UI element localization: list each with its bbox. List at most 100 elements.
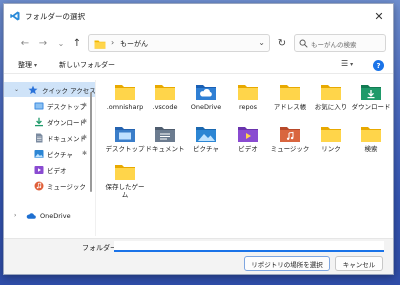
folder-item[interactable]: 検索 [350,122,392,162]
sidebar-item-desktop[interactable]: デスクトップ ✱ [4,98,95,113]
folder-label: アドレス帳 [273,103,307,111]
folder-item[interactable]: 保存したゲーム [104,160,146,208]
pin-icon: ✱ [82,102,88,109]
folder-item[interactable]: ダウンロード [350,80,392,120]
organize-menu[interactable]: 整理 ▾ [18,60,37,70]
folder-item[interactable]: ビデオ [227,122,269,162]
folder-label: .vscode [152,103,178,111]
sidebar-item-label: デスクトップ [47,102,86,111]
music-folder-icon [280,127,300,142]
new-folder-button[interactable]: 新しいフォルダー [59,60,115,70]
address-bar[interactable]: › もーがん ⌄ [88,34,270,52]
pin-icon: ✱ [82,134,88,141]
view-options-button[interactable]: ☰ ▾ [341,59,353,68]
sidebar-item-videos[interactable]: ビデオ [4,162,95,177]
folder-icon [280,85,300,100]
sidebar-item-downloads[interactable]: ダウンロード ✱ [4,114,95,129]
close-button[interactable]: ✕ [371,8,387,24]
navigation-bar: ← → ⌄ ↑ › もーがん ⌄ ↻ もーがんの検索 [4,32,393,54]
search-box[interactable]: もーがんの検索 [294,34,386,52]
sidebar-item-onedrive[interactable]: › OneDrive [4,208,95,223]
onedrive-folder-icon [196,85,216,100]
folder-item[interactable]: アドレス帳 [269,80,311,120]
cloud-icon [26,212,36,219]
download-icon [35,117,43,126]
breadcrumb-separator: › [111,38,115,47]
sidebar-item-label: ドキュメント [47,134,86,143]
sidebar-item-quick-access[interactable]: ⌄ クイック アクセス [4,82,96,97]
vscode-icon [10,11,20,21]
chevron-right-icon[interactable]: › [14,212,16,219]
desktop-icon [34,102,44,109]
up-button[interactable]: ↑ [70,36,84,50]
sidebar-item-pictures[interactable]: ピクチャ ✱ [4,146,95,161]
help-button[interactable]: ? [373,60,384,71]
folder-label: ダウンロード [351,103,391,111]
picture-folder-icon [196,127,216,142]
sidebar-item-label: ビデオ [47,166,67,175]
folder-label: OneDrive [190,103,222,111]
music-icon [34,181,44,190]
folder-item[interactable]: repos [227,80,269,120]
folder-label: デスクトップ [105,145,145,153]
caret-down-icon: ▾ [34,62,38,69]
navigation-pane: ⌄ クイック アクセス デスクトップ ✱ ダウンロード ✱ ドキュメント ✱ ピ… [4,80,96,236]
star-icon [28,85,38,94]
view-icon: ☰ [341,59,349,68]
folder-icon [155,85,175,100]
folder-label: 検索 [364,145,378,153]
folder-item[interactable]: ピクチャ [185,122,227,162]
folder-item[interactable]: リンク [310,122,352,162]
folder-label: ミュージック [270,145,310,153]
folder-icon [321,127,341,142]
download-folder-icon [361,85,381,100]
folder-item[interactable]: デスクトップ [104,122,146,162]
desktop-folder-icon [115,127,135,142]
refresh-button[interactable]: ↻ [275,36,289,50]
sidebar-item-label: ダウンロード [47,118,86,127]
back-button[interactable]: ← [18,36,32,50]
video-folder-icon [238,127,258,142]
sidebar-item-label: OneDrive [40,211,71,220]
folder-label: お気に入り [314,103,348,111]
sidebar-item-music[interactable]: ミュージック [4,178,95,193]
sidebar-item-label: ミュージック [47,182,86,191]
folder-icon [115,165,135,180]
pin-icon: ✱ [82,118,88,125]
breadcrumb-current[interactable]: もーがん [120,39,148,49]
document-folder-icon [155,127,175,142]
folder-item[interactable]: OneDrive [185,80,227,120]
command-bar: 整理 ▾ 新しいフォルダー ☰ ▾ ? [4,58,393,74]
select-location-button[interactable]: リポジトリの場所を選択 [244,256,330,271]
folder-item[interactable]: ミュージック [269,122,311,162]
sidebar-item-label: ピクチャ [47,150,73,159]
folder-item[interactable]: .omnisharp [104,80,146,120]
folder-label: リンク [321,145,341,153]
folder-item[interactable]: お気に入り [310,80,352,120]
organize-label: 整理 [18,61,32,69]
folder-name-input[interactable] [114,241,384,252]
title-bar: フォルダーの選択 ✕ [4,4,393,28]
folder-label: ドキュメント [145,145,185,153]
video-icon [34,165,44,174]
forward-button[interactable]: → [36,36,50,50]
folder-item[interactable]: .vscode [144,80,186,120]
folder-label: .omnisharp [106,103,144,111]
chevron-expanded-icon[interactable]: ⌄ [14,86,19,93]
sidebar-scrollbar[interactable] [90,92,92,192]
folder-label: repos [238,103,258,111]
folder-item[interactable]: ドキュメント [144,122,186,162]
search-icon [299,39,308,48]
chevron-down-icon[interactable]: ⌄ [258,38,265,47]
folder-grid: .omnisharp .vscode OneDrive repos アドレス帳 … [104,80,392,236]
document-icon [36,133,43,142]
folder-label: ビデオ [238,145,258,153]
search-placeholder: もーがんの検索 [311,41,357,49]
sidebar-item-documents[interactable]: ドキュメント ✱ [4,130,95,145]
recent-locations-button[interactable]: ⌄ [54,36,68,50]
pin-icon: ✱ [82,150,88,157]
window-title: フォルダーの選択 [25,12,85,21]
cancel-button[interactable]: キャンセル [335,256,383,271]
sidebar-item-label: クイック アクセス [42,86,96,95]
folder-icon [321,85,341,100]
